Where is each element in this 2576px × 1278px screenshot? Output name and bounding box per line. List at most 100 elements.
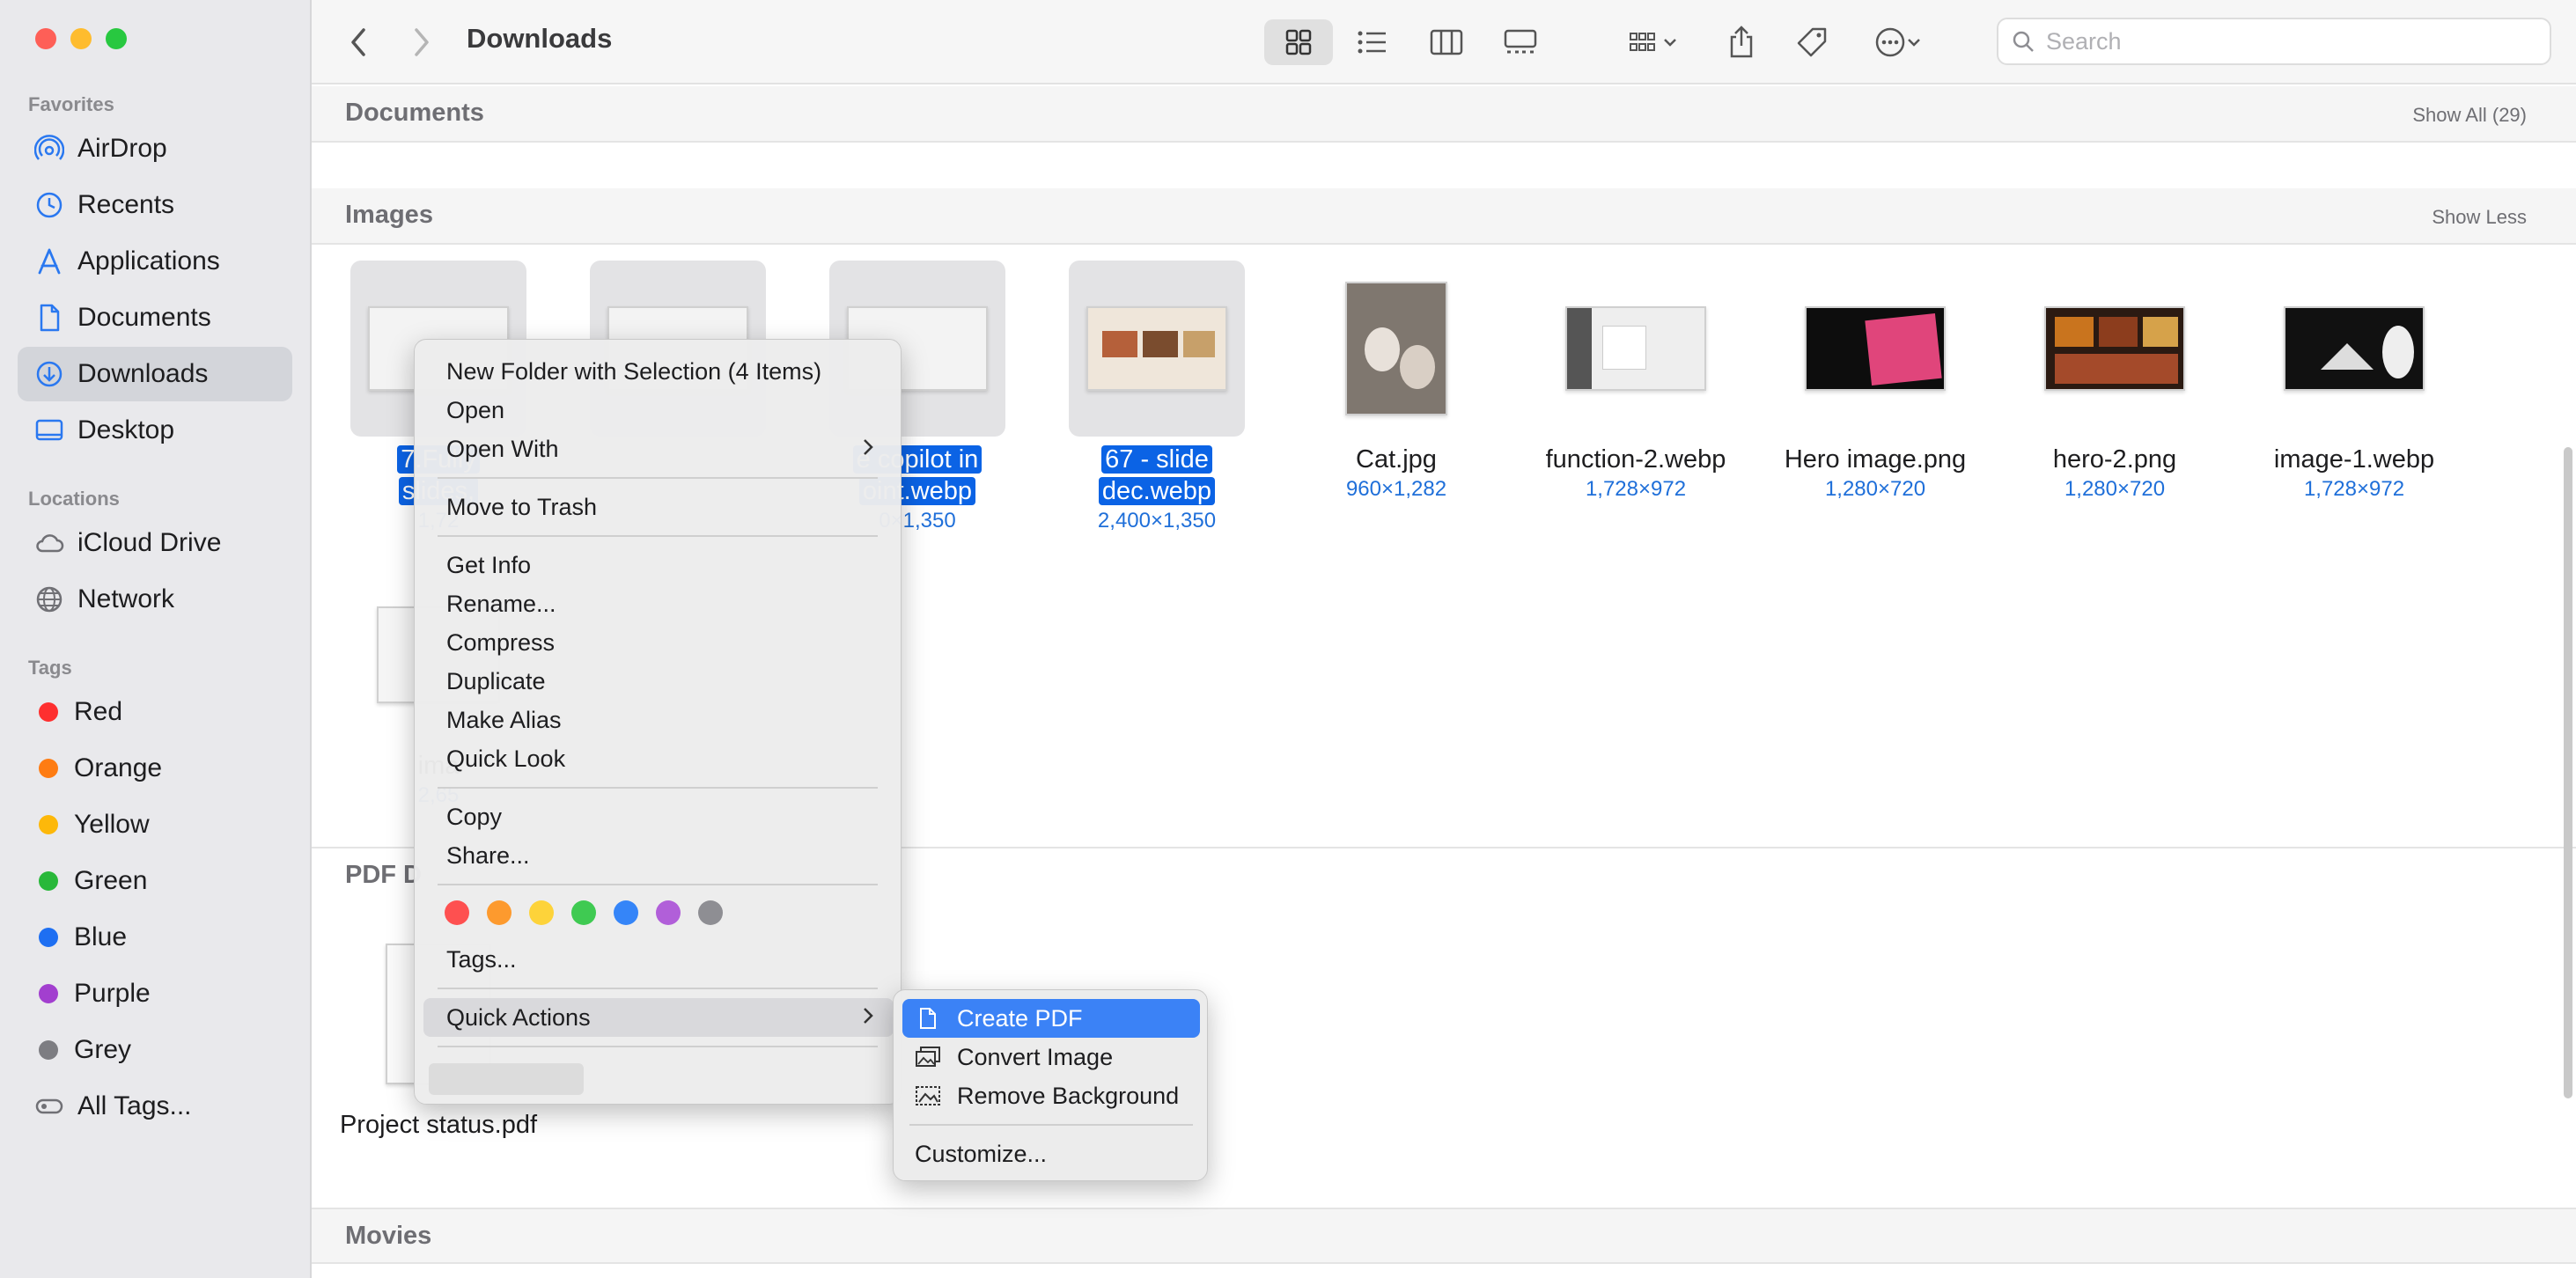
menu-item-label: Convert Image xyxy=(957,1044,1114,1070)
close-window-button[interactable] xyxy=(35,28,56,49)
menu-item-new-folder-with-selection[interactable]: New Folder with Selection (4 Items) xyxy=(423,352,894,391)
file-item-selected[interactable]: 67 - slide dec.webp 2,400×1,350 xyxy=(1042,261,1271,533)
sidebar-tag-red[interactable]: Red xyxy=(18,685,292,739)
airdrop-icon xyxy=(33,133,65,165)
list-view-button[interactable] xyxy=(1338,19,1407,65)
sidebar-item-label: Blue xyxy=(74,922,128,951)
menu-item-customize[interactable]: Customize... xyxy=(902,1135,1200,1173)
grid-view-icon xyxy=(1285,29,1312,55)
menu-item-open[interactable]: Open xyxy=(423,391,894,430)
sidebar-tag-yellow[interactable]: Yellow xyxy=(18,797,292,852)
chevron-right-icon xyxy=(862,430,874,468)
menu-separator xyxy=(438,1046,878,1047)
sidebar-item-label: Yellow xyxy=(74,810,150,839)
file-item[interactable]: Cat.jpg 960×1,282 xyxy=(1282,261,1511,502)
menu-item-remove-background[interactable]: Remove Background xyxy=(902,1076,1200,1115)
sidebar-tag-green[interactable]: Green xyxy=(18,854,292,908)
menu-item-move-to-trash[interactable]: Move to Trash xyxy=(423,488,894,526)
sidebar-tag-purple[interactable]: Purple xyxy=(18,966,292,1021)
gallery-view-button[interactable] xyxy=(1486,19,1555,65)
grey-tag-dot-icon[interactable] xyxy=(698,900,723,925)
desktop-icon xyxy=(33,415,65,446)
menu-item-copy[interactable]: Copy xyxy=(423,797,894,836)
image-thumbnail xyxy=(2284,306,2425,391)
sidebar-item-label: All Tags... xyxy=(77,1091,192,1120)
sidebar-item-network[interactable]: Network xyxy=(18,572,292,627)
sidebar-item-label: Purple xyxy=(74,979,151,1008)
show-less-link[interactable]: Show Less xyxy=(2432,206,2527,229)
sidebar-item-desktop[interactable]: Desktop xyxy=(18,403,292,458)
file-thumbnail xyxy=(2266,261,2442,437)
section-title: PDF D xyxy=(345,861,422,889)
share-button[interactable] xyxy=(1715,19,1768,65)
sidebar-item-downloads[interactable]: Downloads xyxy=(18,347,292,401)
sidebar-item-airdrop[interactable]: AirDrop xyxy=(18,121,292,176)
column-view-button[interactable] xyxy=(1412,19,1481,65)
sidebar-item-documents[interactable]: Documents xyxy=(18,290,292,345)
sidebar-all-tags[interactable]: All Tags... xyxy=(18,1079,292,1134)
blue-tag-dot-icon[interactable] xyxy=(614,900,638,925)
red-tag-dot-icon[interactable] xyxy=(445,900,469,925)
menu-item-duplicate[interactable]: Duplicate xyxy=(423,662,894,701)
sidebar-tag-orange[interactable]: Orange xyxy=(18,741,292,796)
sidebar-item-label: AirDrop xyxy=(77,134,167,163)
file-item[interactable]: function-2.webp 1,728×972 xyxy=(1521,261,1750,502)
sidebar-item-label: Grey xyxy=(74,1035,132,1064)
file-thumbnail xyxy=(1069,261,1245,437)
sidebar-tag-blue[interactable]: Blue xyxy=(18,910,292,965)
more-actions-button[interactable] xyxy=(1859,19,1935,65)
orange-tag-dot-icon[interactable] xyxy=(487,900,512,925)
menu-item-open-with[interactable]: Open With xyxy=(423,430,894,468)
forward-button[interactable] xyxy=(400,19,444,65)
file-thumbnail xyxy=(1548,261,1724,437)
minimize-window-button[interactable] xyxy=(70,28,92,49)
menu-item-quick-actions[interactable]: Quick Actions xyxy=(423,998,894,1037)
back-button[interactable] xyxy=(336,19,380,65)
file-thumbnail xyxy=(1787,261,1963,437)
file-name: Project status.pdf xyxy=(339,1111,538,1139)
menu-item-compress[interactable]: Compress xyxy=(423,623,894,662)
menu-item-share[interactable]: Share... xyxy=(423,836,894,875)
menu-item-quick-look[interactable]: Quick Look xyxy=(423,739,894,778)
document-icon xyxy=(915,1007,941,1030)
blurred-menu-item xyxy=(429,1063,584,1095)
file-name: image-1.webp xyxy=(2273,445,2435,474)
vertical-scrollbar[interactable] xyxy=(2564,447,2572,1098)
menu-separator xyxy=(909,1124,1193,1126)
menu-item-rename[interactable]: Rename... xyxy=(423,584,894,623)
purple-tag-dot-icon xyxy=(39,984,58,1003)
menu-item-make-alias[interactable]: Make Alias xyxy=(423,701,894,739)
file-dimensions: 1,280×720 xyxy=(1824,477,1926,501)
locations-heading: Locations xyxy=(28,488,120,510)
search-field[interactable]: Search xyxy=(1997,18,2551,65)
section-title: Documents xyxy=(345,99,484,127)
file-item[interactable]: image-1.webp 1,728×972 xyxy=(2240,261,2469,502)
green-tag-dot-icon[interactable] xyxy=(571,900,596,925)
yellow-tag-dot-icon[interactable] xyxy=(529,900,554,925)
menu-separator xyxy=(438,787,878,789)
red-tag-dot-icon xyxy=(39,702,58,722)
menu-item-tags[interactable]: Tags... xyxy=(423,940,894,979)
sidebar-tag-grey[interactable]: Grey xyxy=(18,1023,292,1077)
show-all-link[interactable]: Show All (29) xyxy=(2412,104,2527,127)
icon-view-button[interactable] xyxy=(1264,19,1333,65)
sidebar-item-recents[interactable]: Recents xyxy=(18,178,292,232)
tag-button[interactable] xyxy=(1785,19,1838,65)
menu-item-label: Remove Background xyxy=(957,1083,1180,1109)
sidebar-item-label: Recents xyxy=(77,190,175,219)
group-button[interactable] xyxy=(1615,19,1690,65)
sidebar-item-applications[interactable]: Applications xyxy=(18,234,292,289)
sidebar-item-icloud-drive[interactable]: iCloud Drive xyxy=(18,516,292,570)
clock-icon xyxy=(33,189,65,221)
menu-item-label: Open With xyxy=(446,436,559,462)
column-view-icon xyxy=(1430,29,1463,55)
menu-item-convert-image[interactable]: Convert Image xyxy=(902,1038,1200,1076)
menu-item-create-pdf[interactable]: Create PDF xyxy=(902,999,1200,1038)
menu-item-label: Create PDF xyxy=(957,1005,1083,1032)
menu-item-get-info[interactable]: Get Info xyxy=(423,546,894,584)
purple-tag-dot-icon[interactable] xyxy=(656,900,681,925)
file-item[interactable]: hero-2.png 1,280×720 xyxy=(2000,261,2229,502)
quick-actions-submenu: Create PDF Convert Image Remove Backgrou… xyxy=(893,989,1208,1181)
zoom-window-button[interactable] xyxy=(106,28,127,49)
file-item[interactable]: Hero image.png 1,280×720 xyxy=(1761,261,1990,502)
